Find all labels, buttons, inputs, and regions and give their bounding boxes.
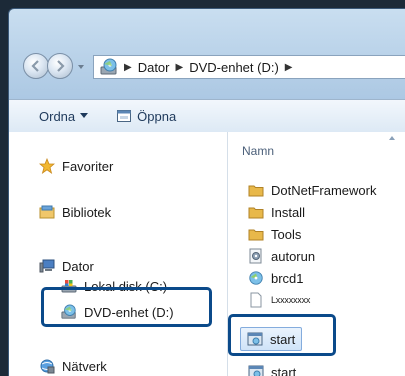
organize-button[interactable]: Ordna [39,109,88,124]
list-item[interactable]: Tools [248,226,301,242]
back-button[interactable] [23,53,49,79]
dvd-drive-icon [61,304,77,320]
local-disk-icon [61,278,77,294]
nav-label-local-disk: Lokal disk (C:) [84,279,167,294]
organize-label: Ordna [39,109,75,124]
breadcrumb-computer[interactable]: Dator [138,60,170,75]
application-icon [247,331,263,347]
file-name: start [270,332,295,347]
file-name: DotNetFramework [271,183,376,198]
library-icon [39,204,55,220]
nav-label-favorites: Favoriter [62,159,113,174]
arrow-right-icon [53,59,67,73]
folder-icon [248,182,264,198]
chevron-down-icon [80,113,88,119]
file-list: Namn DotNetFramework Install T [228,132,405,376]
address-row: ▶ Dator ▶ DVD-enhet (D:) ▶ [9,47,405,87]
nav-item-dvd-drive[interactable]: DVD-enhet (D:) [61,304,174,320]
breadcrumb-separator-icon[interactable]: ▶ [285,62,293,73]
star-icon [39,158,55,174]
setup-icon [248,270,264,286]
arrow-left-icon [29,59,43,73]
column-header-name[interactable]: Namn [242,144,274,158]
file-name: autorun [271,249,315,264]
command-bar: Ordna Öppna [9,99,405,133]
file-name: Install [271,205,305,220]
list-item[interactable]: Lxxxxxxxx [248,292,310,308]
autorun-file-icon [248,248,264,264]
history-dropdown-icon[interactable] [77,63,85,71]
breadcrumb-separator-icon[interactable]: ▶ [176,62,184,73]
list-item-selected[interactable]: start [240,327,302,351]
list-item[interactable]: brcd1 [248,270,304,286]
file-name: start [271,365,296,376]
forward-button[interactable] [47,53,73,79]
nav-item-network[interactable]: Nätverk [39,358,107,374]
file-name: Lxxxxxxxx [271,295,310,305]
dvd-drive-icon [100,58,118,76]
nav-label-network: Nätverk [62,359,107,374]
network-icon [39,358,55,374]
open-window-icon [116,108,132,124]
nav-item-favorites[interactable]: Favoriter [39,158,113,174]
nav-label-dvd-drive: DVD-enhet (D:) [84,305,174,320]
list-item[interactable]: DotNetFramework [248,182,376,198]
list-item[interactable]: Install [248,204,305,220]
navigation-pane: Favoriter Bibliotek Dator [9,132,228,376]
nav-item-libraries[interactable]: Bibliotek [39,204,111,220]
nav-item-computer[interactable]: Dator [39,258,94,274]
folder-icon [248,226,264,242]
list-item[interactable]: autorun [248,248,315,264]
file-name: brcd1 [271,271,304,286]
document-icon [248,292,264,308]
address-bar[interactable]: ▶ Dator ▶ DVD-enhet (D:) ▶ [93,55,405,79]
application-icon [248,364,264,376]
nav-item-local-disk[interactable]: Lokal disk (C:) [61,278,167,294]
list-item[interactable]: start [248,364,296,376]
nav-label-libraries: Bibliotek [62,205,111,220]
folder-icon [248,204,264,220]
sort-ascending-icon [388,135,396,141]
file-name: Tools [271,227,301,242]
nav-label-computer: Dator [62,259,94,274]
breadcrumb-dvd-drive[interactable]: DVD-enhet (D:) [189,60,279,75]
open-button[interactable]: Öppna [116,108,176,124]
computer-icon [39,258,55,274]
breadcrumb-separator-icon[interactable]: ▶ [124,62,132,73]
explorer-window: ▶ Dator ▶ DVD-enhet (D:) ▶ Ordna Öppna [8,8,405,376]
content-area: Favoriter Bibliotek Dator [9,132,405,376]
open-label: Öppna [137,109,176,124]
